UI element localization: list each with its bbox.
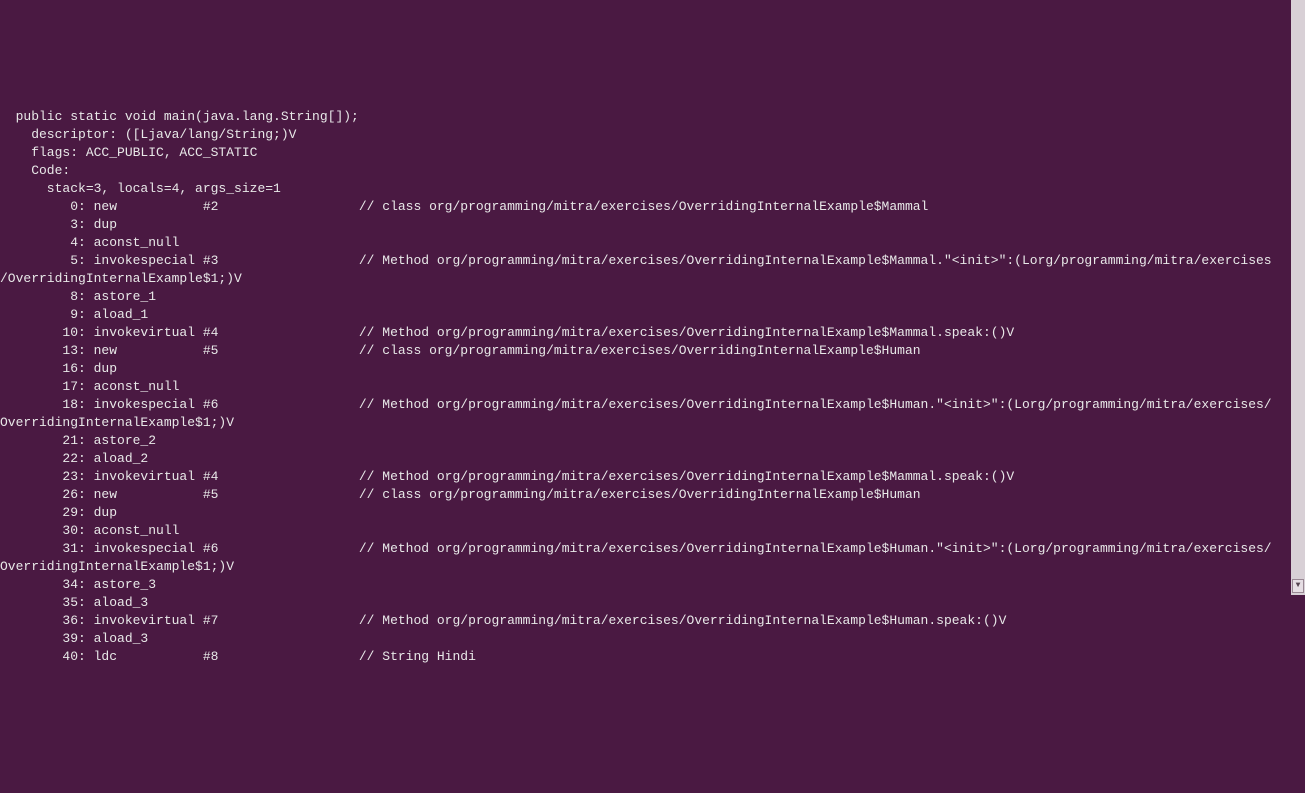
code-line: stack=3, locals=4, args_size=1 xyxy=(0,180,1305,198)
code-line: 17: aconst_null xyxy=(0,378,1305,396)
code-line: 36: invokevirtual #7 // Method org/progr… xyxy=(0,612,1305,630)
code-line: OverridingInternalExample$1;)V xyxy=(0,414,1305,432)
code-line: 3: dup xyxy=(0,216,1305,234)
code-line: 30: aconst_null xyxy=(0,522,1305,540)
code-line: 39: aload_3 xyxy=(0,630,1305,648)
code-line: 5: invokespecial #3 // Method org/progra… xyxy=(0,252,1305,270)
code-line: 18: invokespecial #6 // Method org/progr… xyxy=(0,396,1305,414)
code-line: 31: invokespecial #6 // Method org/progr… xyxy=(0,540,1305,558)
vertical-scrollbar-track[interactable]: ▼ xyxy=(1291,0,1305,595)
code-line: Code: xyxy=(0,162,1305,180)
code-line: 35: aload_3 xyxy=(0,594,1305,612)
code-line: /OverridingInternalExample$1;)V xyxy=(0,270,1305,288)
code-line: OverridingInternalExample$1;)V xyxy=(0,558,1305,576)
code-line: descriptor: ([Ljava/lang/String;)V xyxy=(0,126,1305,144)
code-line: 0: new #2 // class org/programming/mitra… xyxy=(0,198,1305,216)
code-line: 40: ldc #8 // String Hindi xyxy=(0,648,1305,666)
code-line: 8: astore_1 xyxy=(0,288,1305,306)
code-line: 29: dup xyxy=(0,504,1305,522)
code-line: 21: astore_2 xyxy=(0,432,1305,450)
code-line: 34: astore_3 xyxy=(0,576,1305,594)
code-line: 13: new #5 // class org/programming/mitr… xyxy=(0,342,1305,360)
code-viewer[interactable]: public static void main(java.lang.String… xyxy=(0,72,1305,667)
code-line: 26: new #5 // class org/programming/mitr… xyxy=(0,486,1305,504)
code-line: 42: invokevirtual #9 // Method org/progr… xyxy=(0,666,1305,667)
code-line: 9: aload_1 xyxy=(0,306,1305,324)
code-line: 4: aconst_null xyxy=(0,234,1305,252)
code-line: public static void main(java.lang.String… xyxy=(0,108,1305,126)
code-line: flags: ACC_PUBLIC, ACC_STATIC xyxy=(0,144,1305,162)
scrollbar-down-arrow-icon[interactable]: ▼ xyxy=(1292,579,1304,593)
code-line: 22: aload_2 xyxy=(0,450,1305,468)
code-line: 16: dup xyxy=(0,360,1305,378)
code-line: 23: invokevirtual #4 // Method org/progr… xyxy=(0,468,1305,486)
code-line: 10: invokevirtual #4 // Method org/progr… xyxy=(0,324,1305,342)
